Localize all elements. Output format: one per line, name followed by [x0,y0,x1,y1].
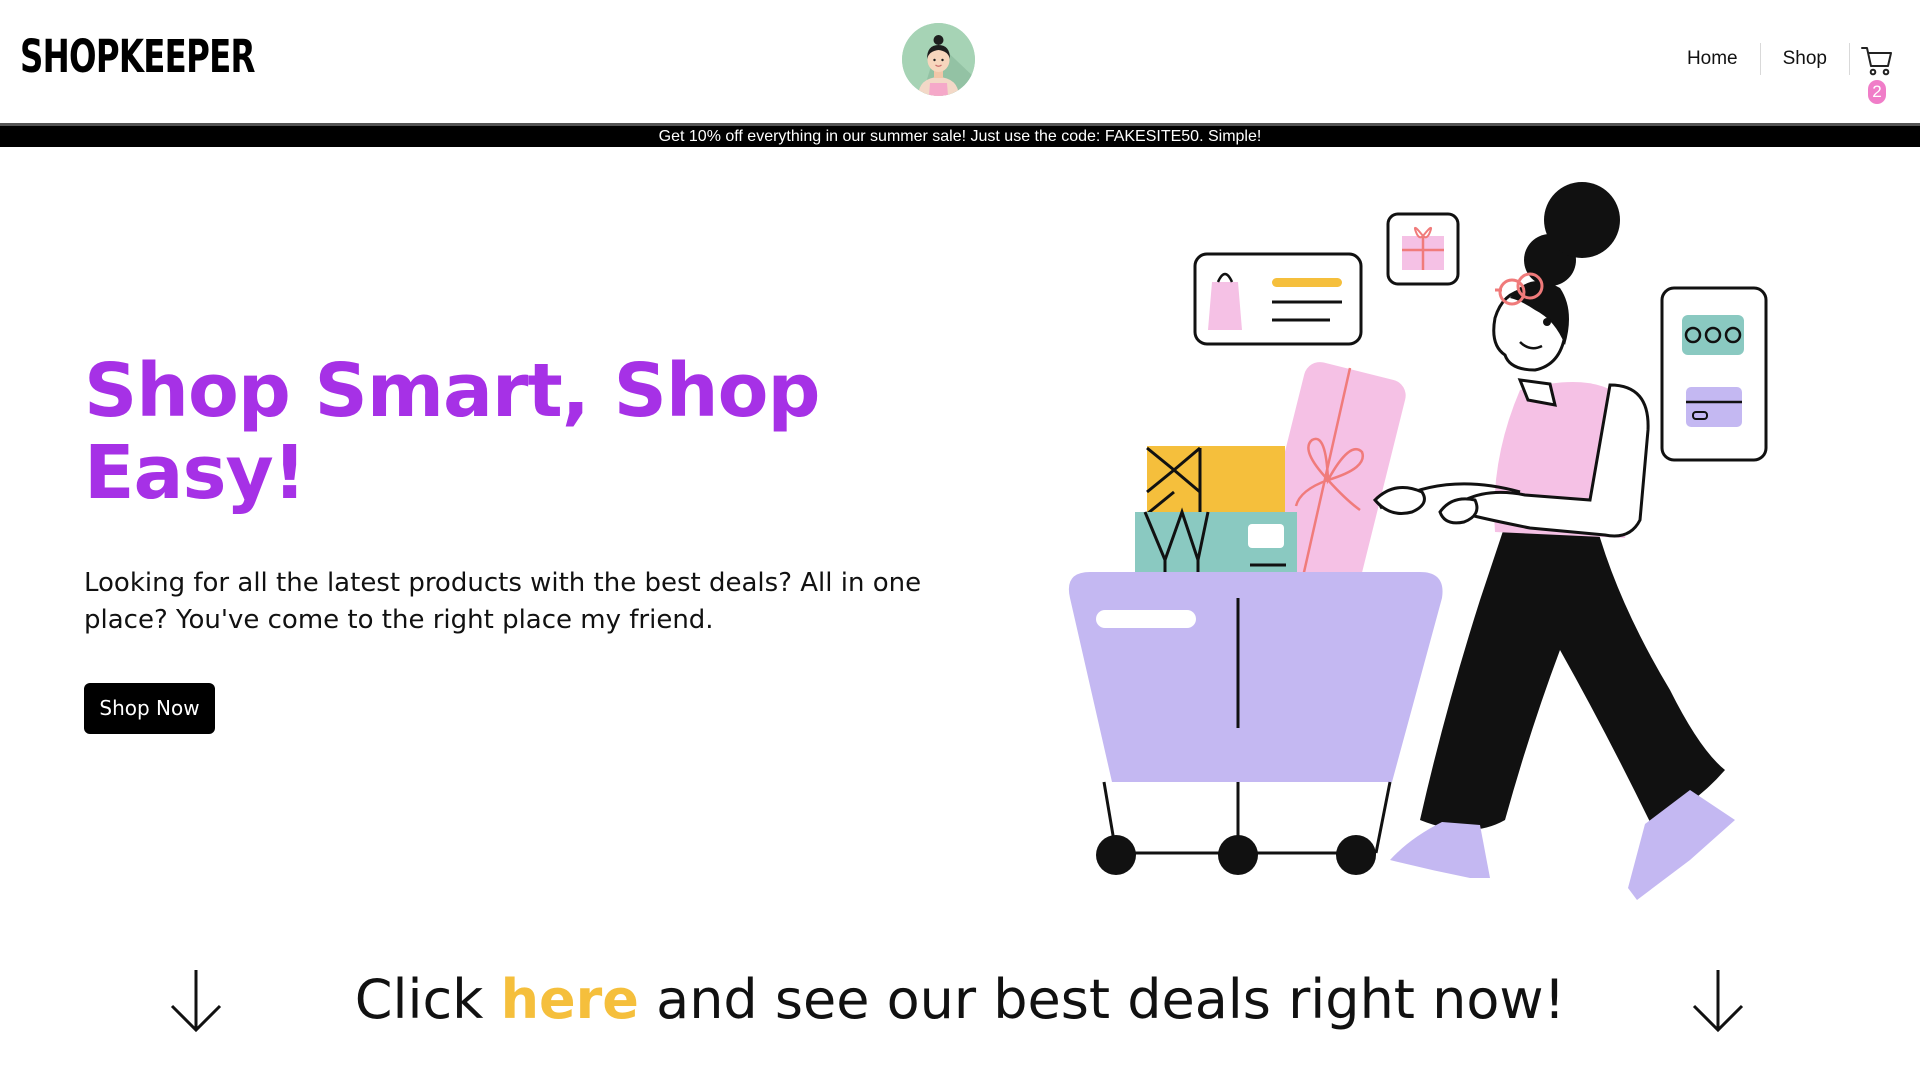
payment-card-icon [1660,286,1768,462]
site-header: SHOPKEEPER Home Shop 2 [0,0,1920,123]
shopping-cart [1068,572,1443,875]
nav-home-link[interactable]: Home [1665,42,1760,76]
cart-count-badge: 2 [1868,80,1886,104]
deals-cta: Click here and see our best deals right … [0,960,1920,1040]
cart-icon [1861,47,1892,76]
hero-illustration [1050,170,1770,910]
avatar-illustration [902,23,975,96]
nav-divider [1849,43,1850,75]
woman-shopping-cart-illustration [1068,182,1768,900]
nav-shop-link[interactable]: Shop [1761,42,1849,76]
cta-text: Click here and see our best deals right … [0,960,1920,1040]
shopkeeper-avatar [902,23,975,96]
shop-now-button[interactable]: Shop Now [84,683,215,734]
arrow-down-icon [1692,970,1744,1033]
site-logo[interactable]: SHOPKEEPER [20,30,255,84]
hero-title: Shop Smart, Shop Easy! [84,348,820,516]
gift-card-icon [1386,212,1460,286]
product-card-icon [1193,252,1363,346]
promo-banner: Get 10% off everything in our summer sal… [0,123,1920,147]
cta-here-link[interactable]: here [501,968,639,1031]
hero-subtitle: Looking for all the latest products with… [84,568,922,635]
cart-button[interactable] [1860,44,1894,78]
box-yellow [1146,446,1285,516]
cta-text-after: and see our best deals right now! [638,968,1566,1031]
cta-text-before: Click [354,968,501,1031]
